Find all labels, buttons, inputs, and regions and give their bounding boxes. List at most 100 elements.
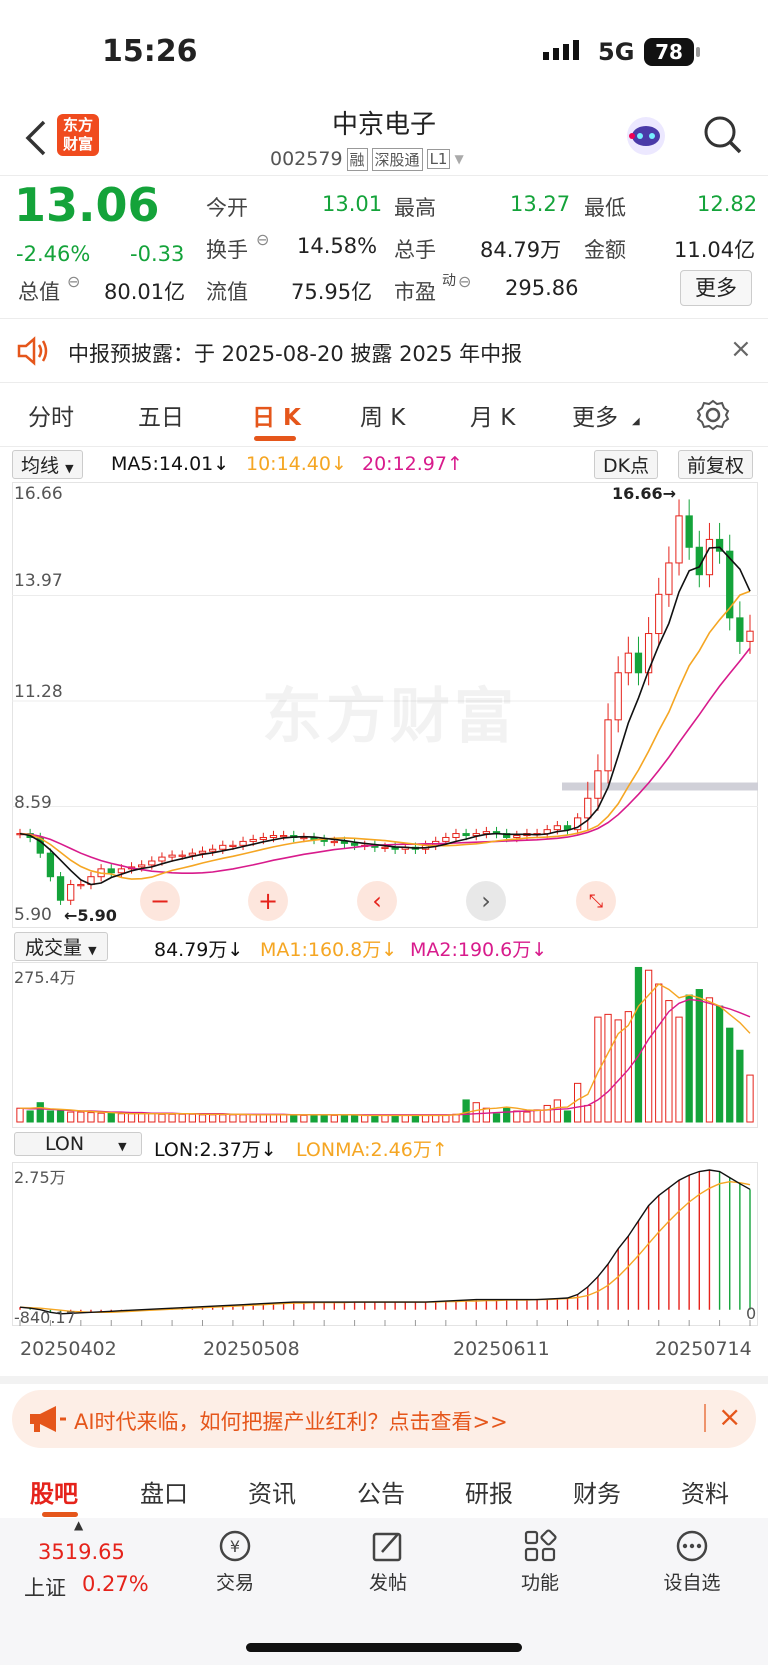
float-label: 流值: [206, 280, 248, 304]
candle: [655, 593, 663, 635]
last-price: 13.06: [14, 178, 160, 232]
info-icon[interactable]: ⊖: [67, 272, 80, 291]
candle: [239, 840, 247, 846]
notice-bar[interactable]: 中报预披露：于 2025-08-20 披露 2025 年中报 ×: [0, 320, 768, 382]
scroll-right-button[interactable]: ›: [466, 881, 506, 921]
close-icon[interactable]: ×: [730, 334, 752, 364]
badge-level1: L1: [426, 149, 451, 169]
volume-bar: [279, 1114, 288, 1123]
index-name: 上证: [24, 1576, 66, 1600]
candle: [279, 835, 288, 838]
volume-bar: [26, 1110, 34, 1123]
candle: [736, 617, 744, 642]
ma-selector[interactable]: 均线 ▼: [12, 450, 83, 479]
search-icon[interactable]: [702, 114, 744, 156]
volume-bar: [168, 1113, 176, 1123]
battery-level: 78: [644, 38, 694, 66]
close-icon[interactable]: ×: [718, 1400, 741, 1433]
status-time: 15:26: [102, 34, 198, 69]
tab-monthly[interactable]: 月 K: [470, 398, 515, 432]
mcap-label: 总值: [18, 280, 60, 304]
tab-forum[interactable]: 股吧: [30, 1474, 78, 1509]
tab-weekly[interactable]: 周 K: [360, 398, 405, 432]
tab-announcements[interactable]: 公告: [357, 1474, 405, 1509]
lon-value: LON:2.37万↓: [154, 1139, 277, 1161]
volume-bar: [259, 1114, 267, 1123]
volume-selector[interactable]: 成交量 ▼: [14, 932, 108, 961]
trade-button[interactable]: ¥ 交易: [200, 1528, 270, 1595]
more-button[interactable]: 更多: [680, 270, 752, 306]
volume-bar: [219, 1114, 227, 1123]
chart-watermark: 东方财富: [262, 682, 518, 752]
candle: [46, 852, 55, 878]
signal-icon: [543, 40, 583, 62]
gear-icon[interactable]: [696, 398, 730, 432]
tab-profile[interactable]: 资料: [681, 1474, 729, 1509]
volume-bar: [77, 1111, 85, 1123]
vol-ma1-value: MA1:160.8万↓: [260, 939, 398, 961]
lon-selector[interactable]: LON ▼: [14, 1132, 142, 1156]
vol-ma2-value: MA2:190.6万↓: [410, 939, 548, 961]
ad-banner[interactable]: AI时代来临，如何把握产业红利？点击查看>> ×: [12, 1390, 756, 1448]
candle: [158, 856, 166, 862]
volume-bar: [381, 1114, 389, 1123]
tab-intraday[interactable]: 分时: [28, 398, 74, 432]
speaker-icon: [16, 336, 50, 366]
post-button[interactable]: 发帖: [353, 1528, 423, 1595]
candle: [67, 884, 75, 901]
stock-code-row[interactable]: 002579 融 深股通 L1 ▼: [270, 146, 464, 172]
volume-bar: [421, 1114, 430, 1123]
volume-bar: [158, 1113, 166, 1123]
expand-icon[interactable]: ⤡: [576, 881, 616, 921]
lon-chart[interactable]: [12, 1162, 758, 1326]
x-tick-label: 20250611: [453, 1338, 550, 1360]
volume-value: 84.79万: [480, 238, 562, 262]
functions-button[interactable]: 功能: [505, 1528, 575, 1595]
tab-order-book[interactable]: 盘口: [140, 1474, 188, 1509]
ma5-value: MA5:14.01↓: [111, 453, 230, 475]
volume-bar: [208, 1114, 217, 1123]
candle: [685, 515, 693, 548]
network-label: 5G: [598, 38, 635, 66]
tab-financials[interactable]: 财务: [573, 1474, 621, 1509]
volume-bar: [371, 1114, 379, 1123]
y-tick-label: 8.59: [14, 793, 52, 813]
tab-research[interactable]: 研报: [465, 1474, 513, 1509]
tab-more[interactable]: 更多: [572, 398, 618, 432]
x-tick-label: 20250402: [20, 1338, 117, 1360]
index-value: 3519.65: [38, 1540, 125, 1564]
zoom-in-button[interactable]: +: [248, 881, 288, 921]
change-abs: -0.33: [130, 242, 185, 266]
volume-bar: [46, 1110, 55, 1123]
lon-right-label: 0: [746, 1304, 757, 1323]
price-level-band: [562, 782, 758, 791]
tab-news[interactable]: 资讯: [248, 1474, 296, 1509]
badge-margin: 融: [346, 147, 368, 171]
adjust-button[interactable]: 前复权: [678, 450, 754, 479]
candle: [675, 515, 683, 564]
volume-chart[interactable]: [12, 962, 758, 1128]
tab-5day[interactable]: 五日: [138, 398, 184, 432]
pe-value: 295.86: [505, 276, 579, 300]
zoom-out-button[interactable]: −: [140, 881, 180, 921]
min-price-label: ←5.90: [64, 906, 117, 925]
volume-bar: [432, 1114, 440, 1123]
dk-point-button[interactable]: DK点: [594, 450, 659, 479]
badge-hk-connect: 深股通: [371, 147, 423, 171]
info-icon[interactable]: ⊖: [458, 272, 471, 291]
svg-text:¥: ¥: [230, 1537, 240, 1556]
info-icon[interactable]: ⊖: [256, 230, 269, 249]
tab-daily[interactable]: 日 K: [252, 398, 301, 432]
scroll-left-button[interactable]: ‹: [357, 881, 397, 921]
candle: [462, 833, 470, 837]
chevron-down-icon: ▼: [454, 152, 464, 166]
add-watchlist-button[interactable]: 设自选: [656, 1528, 728, 1595]
candle: [705, 538, 714, 576]
volume-bar: [523, 1111, 531, 1123]
volume-bar: [685, 994, 693, 1123]
volume-bar: [462, 1099, 470, 1123]
robot-avatar-icon[interactable]: [624, 114, 668, 158]
candle: [553, 825, 562, 831]
volume-bar: [715, 1005, 724, 1123]
active-bottom-indicator: [42, 1512, 78, 1517]
